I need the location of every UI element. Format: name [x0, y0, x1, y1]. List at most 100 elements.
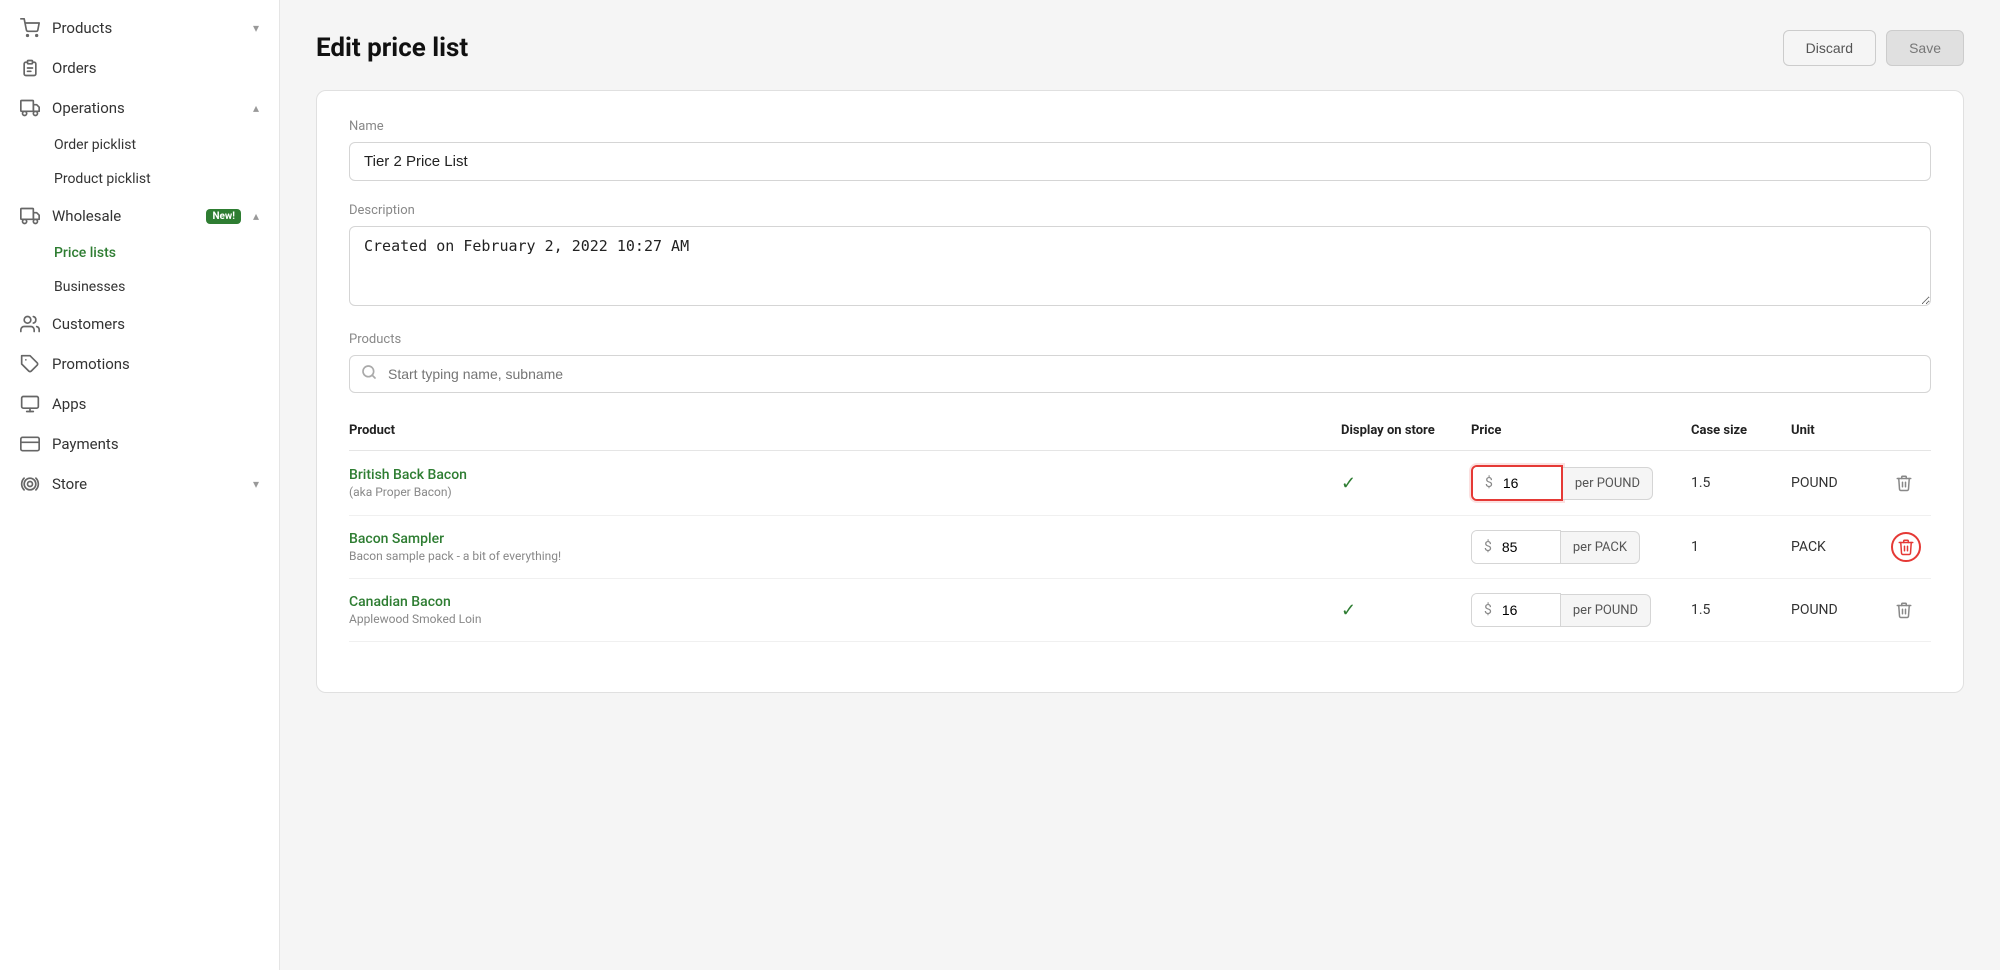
case-size-cell: 1.5: [1691, 451, 1791, 516]
per-unit-label: per POUND: [1563, 467, 1653, 500]
chevron-down-icon-2: ▾: [253, 477, 259, 491]
name-input[interactable]: [349, 142, 1931, 181]
case-size-cell: 1: [1691, 516, 1791, 579]
sidebar-sub-item-price-lists[interactable]: Price lists: [0, 236, 279, 270]
sidebar-item-products[interactable]: Products ▾: [0, 8, 279, 48]
customers-icon: [20, 314, 40, 334]
price-cell: $ per POUND: [1471, 451, 1691, 516]
checkmark-icon: ✓: [1341, 600, 1356, 621]
products-table: Product Display on store Price Case size…: [349, 415, 1931, 642]
dollar-sign: $: [1472, 531, 1500, 563]
wholesale-icon: [20, 206, 40, 226]
chevron-up-icon-2: ▴: [253, 209, 259, 223]
promotions-icon: [20, 354, 40, 374]
col-product: Product: [349, 415, 1341, 451]
product-cell: Bacon Sampler Bacon sample pack - a bit …: [349, 516, 1341, 579]
operations-icon: [20, 98, 40, 118]
sidebar-item-apps[interactable]: Apps: [0, 384, 279, 424]
checkmark-icon: ✓: [1341, 473, 1356, 494]
product-sub: (aka Proper Bacon): [349, 485, 1341, 499]
price-input-wrap: $: [1471, 593, 1561, 627]
search-icon: [361, 364, 377, 384]
sidebar-item-customers-label: Customers: [52, 315, 259, 333]
product-cell: Canadian Bacon Applewood Smoked Loin: [349, 579, 1341, 642]
description-label: Description: [349, 203, 1931, 218]
products-search-input[interactable]: [349, 355, 1931, 393]
table-row: Bacon Sampler Bacon sample pack - a bit …: [349, 516, 1931, 579]
header-actions: Discard Save: [1783, 30, 1964, 66]
sidebar-item-store[interactable]: Store ▾: [0, 464, 279, 504]
apps-icon: [20, 394, 40, 414]
sidebar-item-operations-label: Operations: [52, 99, 241, 117]
save-button[interactable]: Save: [1886, 30, 1964, 66]
delete-cell: [1891, 451, 1931, 516]
col-delete: [1891, 415, 1931, 451]
sidebar-item-apps-label: Apps: [52, 395, 259, 413]
product-cell: British Back Bacon (aka Proper Bacon): [349, 451, 1341, 516]
sidebar-sub-item-order-picklist[interactable]: Order picklist: [0, 128, 279, 162]
price-cell: $ per POUND: [1471, 579, 1691, 642]
sidebar-item-payments[interactable]: Payments: [0, 424, 279, 464]
sidebar-item-wholesale[interactable]: Wholesale New! ▴: [0, 196, 279, 236]
product-sub: Applewood Smoked Loin: [349, 612, 1341, 626]
products-label: Products: [349, 332, 1931, 347]
table-row: Canadian Bacon Applewood Smoked Loin ✓ $…: [349, 579, 1931, 642]
price-input-wrap: $: [1471, 530, 1561, 564]
price-input[interactable]: [1500, 531, 1560, 563]
orders-icon: [20, 58, 40, 78]
table-row: British Back Bacon (aka Proper Bacon) ✓ …: [349, 451, 1931, 516]
search-wrapper: [349, 355, 1931, 393]
unit-cell: PACK: [1791, 516, 1891, 579]
unit-cell: POUND: [1791, 579, 1891, 642]
col-display: Display on store: [1341, 415, 1471, 451]
main-content: Edit price list Discard Save Name Descri…: [280, 0, 2000, 970]
sidebar-item-payments-label: Payments: [52, 435, 259, 453]
sidebar-item-wholesale-label: Wholesale: [52, 207, 190, 225]
per-unit-label: per POUND: [1561, 594, 1651, 627]
price-input-wrap: $: [1471, 465, 1563, 501]
product-sub: Bacon sample pack - a bit of everything!: [349, 549, 1341, 563]
sidebar-item-customers[interactable]: Customers: [0, 304, 279, 344]
store-icon: [20, 474, 40, 494]
price-input[interactable]: [1501, 467, 1561, 499]
display-on-store-cell: [1341, 516, 1471, 579]
discard-button[interactable]: Discard: [1783, 30, 1876, 66]
sidebar-sub-item-product-picklist[interactable]: Product picklist: [0, 162, 279, 196]
description-field-group: Description Created on February 2, 2022 …: [349, 203, 1931, 310]
col-casesize: Case size: [1691, 415, 1791, 451]
sidebar-item-promotions-label: Promotions: [52, 355, 259, 373]
sidebar-item-store-label: Store: [52, 475, 241, 493]
price-input-group: $ per POUND: [1471, 593, 1691, 627]
dollar-sign: $: [1472, 594, 1500, 626]
sidebar-item-operations[interactable]: Operations ▴: [0, 88, 279, 128]
product-name[interactable]: Bacon Sampler: [349, 531, 1341, 547]
products-field-group: Products Product Display on store Price …: [349, 332, 1931, 642]
sidebar-sub-item-businesses[interactable]: Businesses: [0, 270, 279, 304]
price-cell: $ per PACK: [1471, 516, 1691, 579]
dollar-sign: $: [1473, 467, 1501, 499]
unit-cell: POUND: [1791, 451, 1891, 516]
delete-button[interactable]: [1891, 470, 1917, 496]
new-badge: New!: [206, 209, 241, 224]
sidebar: Products ▾ Orders Operations ▴ Order pic…: [0, 0, 280, 970]
col-price: Price: [1471, 415, 1691, 451]
chevron-down-icon: ▾: [253, 21, 259, 35]
price-input[interactable]: [1500, 594, 1560, 626]
per-unit-label: per PACK: [1561, 531, 1640, 564]
name-field-group: Name: [349, 119, 1931, 181]
page-title: Edit price list: [316, 33, 468, 63]
chevron-up-icon: ▴: [253, 101, 259, 115]
display-on-store-cell: ✓: [1341, 451, 1471, 516]
case-size-cell: 1.5: [1691, 579, 1791, 642]
page-header: Edit price list Discard Save: [316, 30, 1964, 66]
delete-button[interactable]: [1891, 532, 1921, 562]
product-name[interactable]: British Back Bacon: [349, 467, 1341, 483]
description-input[interactable]: Created on February 2, 2022 10:27 AM: [349, 226, 1931, 306]
sidebar-item-promotions[interactable]: Promotions: [0, 344, 279, 384]
sidebar-item-orders[interactable]: Orders: [0, 48, 279, 88]
price-input-group: $ per POUND: [1471, 465, 1691, 501]
product-name[interactable]: Canadian Bacon: [349, 594, 1341, 610]
sidebar-item-orders-label: Orders: [52, 59, 259, 77]
delete-cell: [1891, 516, 1931, 579]
delete-button[interactable]: [1891, 597, 1917, 623]
